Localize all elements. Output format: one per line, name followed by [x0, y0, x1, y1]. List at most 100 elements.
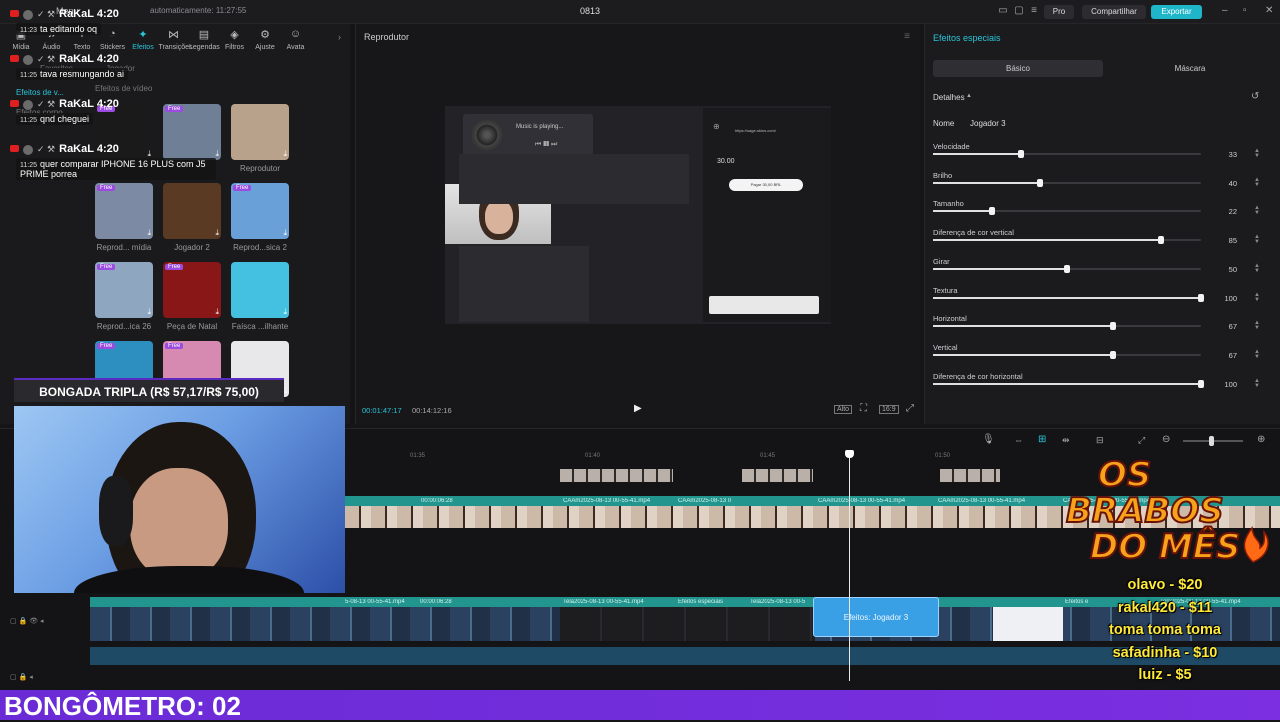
tab-basic[interactable]: Básico: [933, 60, 1103, 77]
download-icon[interactable]: ⤓: [147, 307, 151, 317]
maximize-icon[interactable]: ▫: [1243, 5, 1247, 16]
tab-avatar[interactable]: ☺ Avata: [281, 28, 311, 52]
zoom-out-icon[interactable]: ⊖: [1162, 434, 1170, 445]
playhead-handle[interactable]: [845, 450, 855, 458]
download-icon[interactable]: ⤓: [283, 307, 287, 317]
ratio-button[interactable]: 16:9: [879, 405, 899, 414]
stepper-icon[interactable]: ▲ ▼: [1254, 292, 1260, 303]
fullscreen-icon[interactable]: ⤢: [906, 403, 914, 414]
preview-axis-icon[interactable]: ⊟: [1096, 435, 1104, 446]
link-icon[interactable]: ⇔: [1014, 435, 1023, 445]
stepper-icon[interactable]: ▲ ▼: [1254, 378, 1260, 389]
tab-transitions[interactable]: ⋈ Transições: [159, 28, 193, 52]
reset-icon[interactable]: ↺: [1251, 91, 1259, 102]
playhead[interactable]: [845, 450, 855, 681]
minimize-icon[interactable]: –: [1222, 5, 1228, 16]
overlay-clip-1[interactable]: [560, 469, 673, 482]
zoom-in-icon[interactable]: ⊕: [1257, 434, 1265, 445]
snapshot-icon[interactable]: ⛶: [860, 403, 867, 414]
zoom-slider[interactable]: [1183, 436, 1243, 446]
tab-adjust[interactable]: ⚙ Ajuste: [250, 28, 280, 52]
param-value[interactable]: 100: [1221, 380, 1237, 389]
selected-effect-clip[interactable]: Efeitos: Jogador 3: [813, 597, 939, 637]
effects-v-link[interactable]: Efeitos de v...: [16, 88, 64, 97]
export-button[interactable]: Exportar: [1151, 5, 1202, 19]
effect-card[interactable]: Free ⤓: [95, 183, 153, 239]
stepper-icon[interactable]: ▲ ▼: [1254, 320, 1260, 331]
param-slider[interactable]: [933, 379, 1204, 388]
download-icon[interactable]: ⤓: [147, 228, 151, 238]
param-value[interactable]: 100: [1221, 294, 1237, 303]
stepper-icon[interactable]: ▲ ▼: [1254, 349, 1260, 360]
param-slider[interactable]: [933, 150, 1201, 158]
share-button[interactable]: Compartilhar: [1082, 5, 1146, 19]
param-slider[interactable]: [933, 322, 1201, 331]
layout-icon[interactable]: ▭: [996, 5, 1010, 17]
param-value[interactable]: 85: [1221, 236, 1237, 245]
zoom-fit-icon[interactable]: ⤢: [1138, 435, 1145, 446]
effect-card[interactable]: ⤓: [163, 183, 221, 239]
param-slider[interactable]: [933, 350, 1201, 359]
download-icon[interactable]: ⤓: [283, 228, 287, 238]
effect-card[interactable]: Free ⤓: [163, 262, 221, 318]
param-value[interactable]: 67: [1221, 322, 1237, 331]
stepper-icon[interactable]: ▲ ▼: [1254, 234, 1260, 245]
param-slider-knob[interactable]: [1198, 379, 1204, 388]
param-slider-knob[interactable]: [1018, 150, 1025, 158]
video-effects-link[interactable]: Efeitos de vídeo: [95, 84, 152, 93]
magnet-icon[interactable]: ⊞: [1038, 434, 1046, 445]
overlay-clip-2[interactable]: [742, 469, 813, 482]
param-slider[interactable]: [933, 264, 1201, 273]
split-icon[interactable]: ⇹: [1062, 435, 1070, 446]
download-icon[interactable]: ⤓: [283, 149, 287, 159]
effect-card[interactable]: ⤓: [231, 262, 289, 318]
stepper-icon[interactable]: ▲ ▼: [1254, 205, 1260, 216]
quality-icon[interactable]: Alto: [834, 405, 853, 414]
param-slider[interactable]: [933, 207, 1201, 216]
stepper-icon[interactable]: ▲ ▼: [1254, 177, 1260, 188]
param-value[interactable]: 33: [1221, 150, 1237, 159]
video-preview[interactable]: Music is playing... ⏮ ❚❚ ⏭ ⊕ https://sag…: [445, 106, 831, 324]
param-slider-knob[interactable]: [1037, 178, 1044, 187]
overlay-clip-3[interactable]: [940, 469, 1000, 482]
collapse-icon[interactable]: ▲: [966, 93, 972, 99]
param-slider-knob[interactable]: [1109, 322, 1116, 331]
tab-captions[interactable]: ▤ Legendas: [189, 28, 220, 52]
effect-card[interactable]: ⤓: [231, 104, 289, 160]
details-header[interactable]: Detalhes: [933, 93, 965, 102]
tab-mask[interactable]: Máscara: [1105, 60, 1275, 77]
pro-button[interactable]: Pro: [1044, 5, 1074, 19]
tabs-more-icon[interactable]: ›: [338, 32, 341, 42]
monitor-icon[interactable]: ▢: [1012, 5, 1026, 17]
param-slider[interactable]: [933, 293, 1204, 302]
tab-effects[interactable]: ✦ Efeitos: [128, 28, 158, 52]
track-lock-icon[interactable]: ▢ 🔒 👁 ◂: [10, 617, 44, 625]
list-icon[interactable]: ≡: [1027, 5, 1041, 17]
param-value[interactable]: 67: [1221, 351, 1237, 360]
param-slider-knob[interactable]: [988, 207, 995, 216]
param-value[interactable]: 40: [1221, 179, 1237, 188]
play-icon[interactable]: ▶: [634, 403, 642, 414]
effect-card[interactable]: Free ⤓: [231, 183, 289, 239]
close-icon[interactable]: ✕: [1265, 5, 1273, 16]
screen-light-segment[interactable]: [993, 607, 1063, 641]
param-value[interactable]: 22: [1221, 207, 1237, 216]
param-slider-knob[interactable]: [1157, 236, 1164, 245]
pay-button[interactable]: Pagar 30,00 BRL: [729, 179, 803, 191]
effect-card[interactable]: Free ⤓: [95, 262, 153, 318]
zoom-knob[interactable]: [1209, 436, 1214, 446]
param-value[interactable]: 50: [1221, 265, 1237, 274]
download-icon[interactable]: ⤓: [215, 307, 219, 317]
menu-icon[interactable]: ≡: [904, 31, 910, 42]
mic-icon[interactable]: 🎙: [982, 434, 995, 445]
param-slider[interactable]: [933, 236, 1201, 245]
screen-dark-segment[interactable]: [560, 607, 815, 641]
param-slider-knob[interactable]: [1109, 350, 1116, 359]
download-icon[interactable]: ⤓: [215, 228, 219, 238]
param-slider-knob[interactable]: [1198, 293, 1204, 302]
audio-lock-icon[interactable]: ▢ 🔒 ◂: [10, 673, 33, 681]
stepper-icon[interactable]: ▲ ▼: [1254, 148, 1260, 159]
param-slider[interactable]: [933, 178, 1201, 187]
param-slider-knob[interactable]: [1064, 264, 1070, 273]
tab-filters[interactable]: ◈ Filtros: [220, 28, 250, 52]
